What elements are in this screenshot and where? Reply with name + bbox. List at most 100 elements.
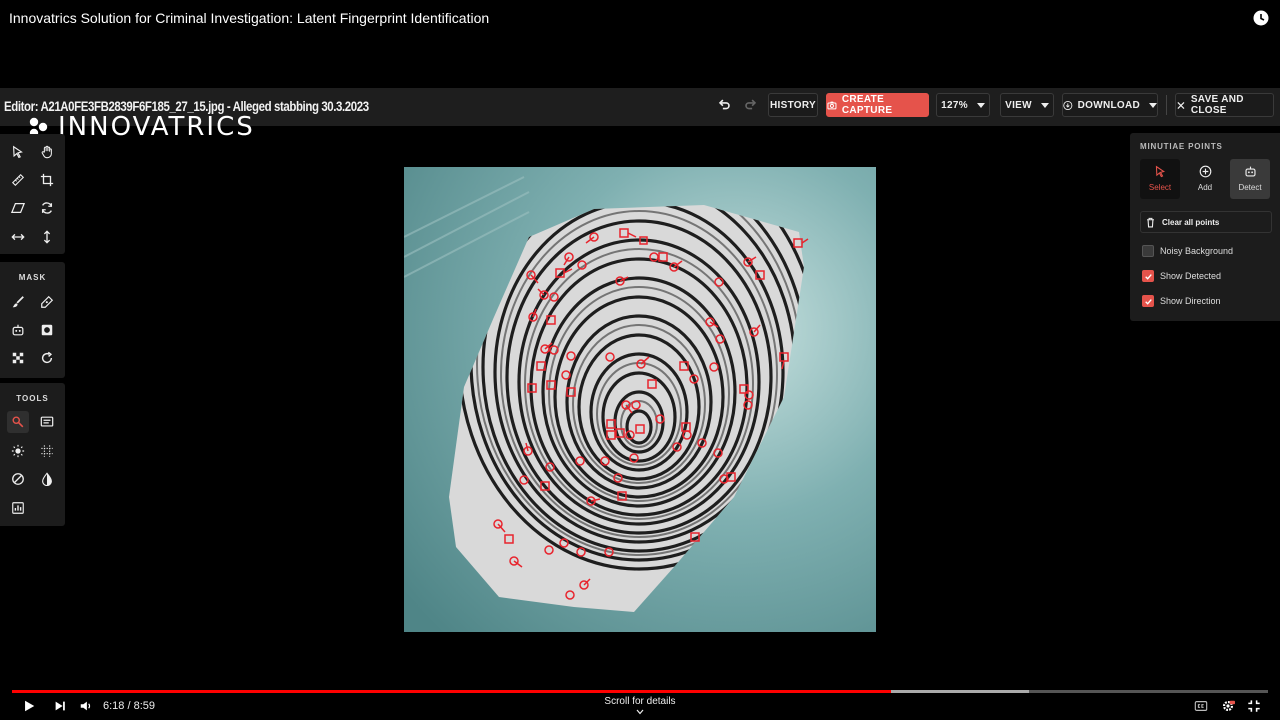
camera-icon xyxy=(827,101,837,109)
save-and-close-button[interactable]: SAVE AND CLOSE xyxy=(1175,93,1274,117)
measure-tool[interactable] xyxy=(7,169,29,191)
next-button[interactable] xyxy=(51,698,69,714)
brightness-tool[interactable] xyxy=(7,440,29,462)
chevron-down-icon xyxy=(636,709,644,715)
show-detected-label: Show Detected xyxy=(1160,271,1222,281)
volume-button[interactable] xyxy=(77,698,95,714)
mask-tools-panel: MASK xyxy=(0,262,65,378)
create-capture-button[interactable]: CREATE CAPTURE xyxy=(826,93,929,117)
captions-button[interactable] xyxy=(1192,698,1210,714)
play-button[interactable] xyxy=(20,698,38,714)
rotate-tool[interactable] xyxy=(36,197,58,219)
brightness-icon xyxy=(11,444,25,458)
comment-icon xyxy=(40,416,54,427)
save-close-label: SAVE AND CLOSE xyxy=(1190,94,1244,116)
rotate-icon xyxy=(41,202,53,214)
settings-button[interactable] xyxy=(1219,698,1237,714)
checker-mask-tool[interactable] xyxy=(7,347,29,369)
zoom-label: 127% xyxy=(941,99,968,111)
noisy-background-checkbox[interactable] xyxy=(1142,245,1154,257)
skew-tool[interactable] xyxy=(7,197,29,219)
pointer-tool[interactable] xyxy=(7,141,29,163)
volume-icon xyxy=(80,701,91,711)
chevron-down-icon xyxy=(1149,102,1157,108)
add-circle-icon xyxy=(1199,165,1211,178)
undo-icon xyxy=(718,98,730,109)
scroll-for-details[interactable]: Scroll for details xyxy=(590,696,690,718)
invert-mask-icon xyxy=(41,324,53,336)
undo-button[interactable] xyxy=(714,95,734,113)
view-dropdown[interactable]: VIEW xyxy=(1000,93,1054,117)
scroll-hint-label: Scroll for details xyxy=(604,696,676,707)
ruler-icon xyxy=(11,173,25,187)
noisy-background-label: Noisy Background xyxy=(1160,246,1234,256)
noisy-background-option[interactable]: Noisy Background xyxy=(1142,245,1233,257)
minutiae-panel: MINUTIAE POINTS Select Add Detect Clear … xyxy=(1130,133,1280,321)
invert-tool[interactable] xyxy=(36,468,58,490)
minutiae-tool[interactable] xyxy=(7,411,29,433)
show-detected-option[interactable]: Show Detected xyxy=(1142,270,1221,282)
watch-later-icon[interactable] xyxy=(1253,10,1269,26)
exit-fullscreen-button[interactable] xyxy=(1245,698,1263,714)
crop-tool[interactable] xyxy=(36,169,58,191)
check-icon xyxy=(1144,298,1152,305)
contrast-tool[interactable] xyxy=(7,468,29,490)
mask-heading: MASK xyxy=(18,273,47,282)
show-detected-checkbox[interactable] xyxy=(1142,270,1154,282)
history-button[interactable]: HISTORY xyxy=(768,93,818,117)
add-label: Add xyxy=(1197,183,1213,192)
history-label: HISTORY xyxy=(770,99,816,111)
flip-vertical-tool[interactable] xyxy=(36,226,58,248)
clear-all-points-button[interactable]: Clear all points xyxy=(1140,211,1272,233)
clear-all-label: Clear all points xyxy=(1162,217,1220,227)
minutiae-panel-title: MINUTIAE POINTS xyxy=(1140,142,1223,151)
pan-tool[interactable] xyxy=(36,141,58,163)
image-tools-panel: TOOLS xyxy=(0,383,65,526)
histogram-icon xyxy=(12,502,24,514)
check-icon xyxy=(1144,273,1152,280)
brush-tool[interactable] xyxy=(7,291,29,313)
vertical-arrows-icon xyxy=(43,230,51,244)
download-dropdown[interactable]: DOWNLOAD xyxy=(1062,93,1158,117)
detect-label: Detect xyxy=(1238,183,1262,192)
hand-icon xyxy=(41,145,52,159)
brush-icon xyxy=(12,296,24,308)
played-progress xyxy=(12,690,892,693)
video-title[interactable]: Innovatrics Solution for Criminal Invest… xyxy=(9,10,489,26)
detect-minutiae-button[interactable]: Detect xyxy=(1230,159,1270,199)
select-minutiae-button[interactable]: Select xyxy=(1140,159,1180,199)
show-direction-option[interactable]: Show Direction xyxy=(1142,295,1221,307)
time-display: 6:18 / 8:59 xyxy=(103,700,155,712)
show-direction-label: Show Direction xyxy=(1160,296,1221,306)
download-icon xyxy=(1063,100,1073,110)
zoom-dropdown[interactable]: 127% xyxy=(936,93,990,117)
invert-mask-tool[interactable] xyxy=(36,319,58,341)
tools-heading: TOOLS xyxy=(16,394,49,403)
redo-button[interactable] xyxy=(740,95,760,113)
show-direction-checkbox[interactable] xyxy=(1142,295,1154,307)
chevron-down-icon xyxy=(976,102,985,108)
chevron-down-icon xyxy=(1040,102,1049,108)
flip-horizontal-tool[interactable] xyxy=(7,226,29,248)
pen-tool[interactable] xyxy=(36,291,58,313)
crop-icon xyxy=(40,173,54,187)
add-minutiae-button[interactable]: Add xyxy=(1185,159,1225,199)
annotation-tool[interactable] xyxy=(36,411,58,433)
closed-captions-icon xyxy=(1194,701,1208,711)
create-capture-label: CREATE CAPTURE xyxy=(841,94,893,116)
view-label: VIEW xyxy=(1005,99,1032,111)
gear-icon xyxy=(1222,700,1235,712)
video-progress-bar[interactable] xyxy=(12,690,1268,693)
drop-icon xyxy=(42,472,52,486)
skip-next-icon xyxy=(55,701,65,711)
auto-mask-tool[interactable] xyxy=(7,319,29,341)
fingerprint-canvas[interactable] xyxy=(404,167,876,632)
histogram-tool[interactable] xyxy=(7,497,29,519)
logo-text: INNOVATRICS xyxy=(58,112,255,142)
close-icon xyxy=(1177,101,1185,109)
reset-mask-tool[interactable] xyxy=(36,347,58,369)
horizontal-arrows-icon xyxy=(11,233,25,241)
grid-tool[interactable] xyxy=(36,440,58,462)
toolbar-divider xyxy=(1166,95,1167,115)
pen-icon xyxy=(41,295,54,308)
